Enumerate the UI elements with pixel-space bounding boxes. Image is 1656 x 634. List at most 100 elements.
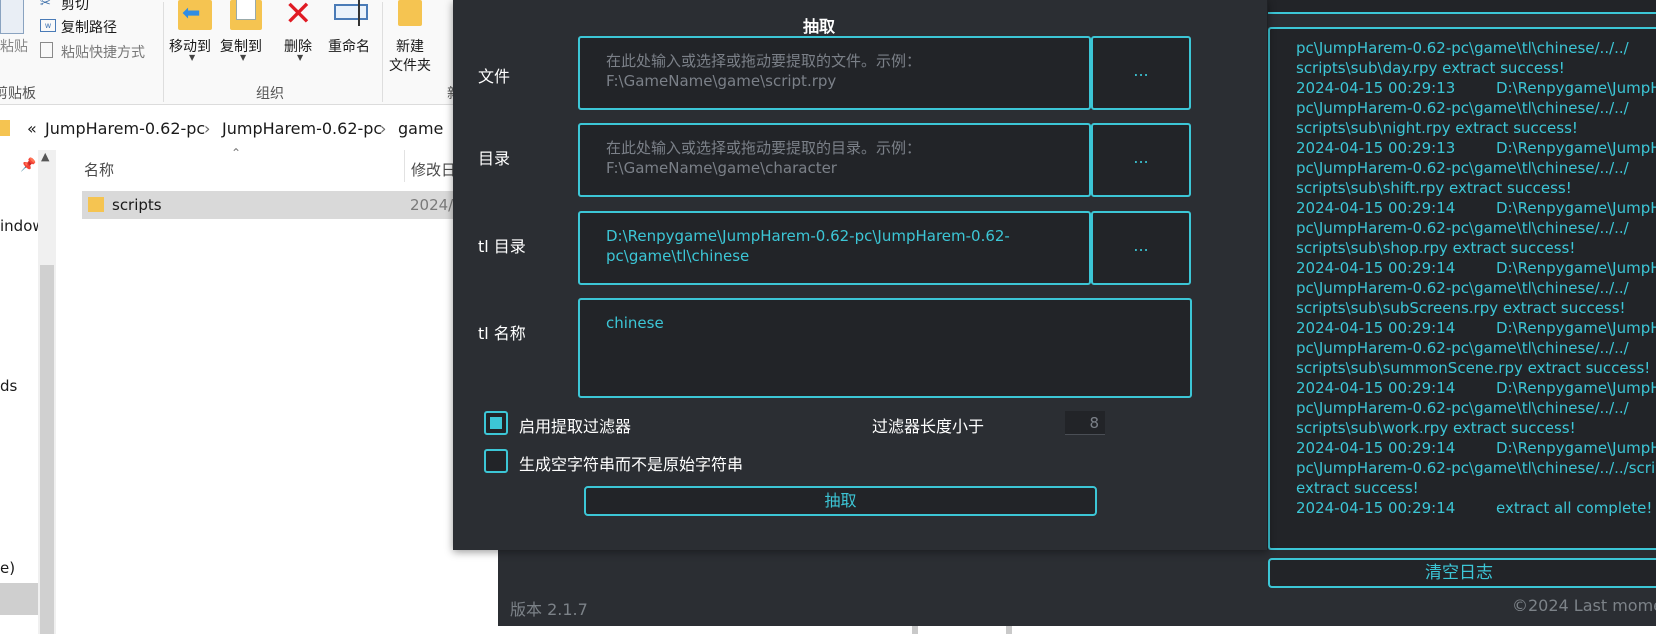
log-line: 2024-04-15 00:29:14 D:\Renpygame\JumpHare… bbox=[1296, 438, 1656, 458]
scroll-up-icon[interactable]: ▲ bbox=[41, 150, 49, 163]
rename-icon[interactable] bbox=[334, 0, 368, 26]
new-folder-icon[interactable] bbox=[398, 0, 422, 26]
nav-item[interactable]: e) bbox=[0, 559, 15, 577]
nav-pane-scroll-thumb[interactable] bbox=[40, 265, 54, 634]
column-header-modified[interactable]: 修改日 bbox=[411, 159, 456, 180]
dialog-title: 抽取 bbox=[803, 17, 836, 36]
log-line-text: 2024-04-15 00:29:14 bbox=[1296, 259, 1456, 277]
pin-icon: 📌 bbox=[20, 158, 37, 173]
log-line-text: pc\JumpHarem-0.62-pc\game\tl\chinese/../… bbox=[1296, 99, 1629, 117]
paste-shortcut-button[interactable]: 粘贴快捷方式 bbox=[61, 42, 145, 62]
dropdown-arrow-icon: ▼ bbox=[297, 53, 304, 62]
log-line-text: pc\JumpHarem-0.62-pc\game\tl\chinese/../… bbox=[1296, 279, 1629, 297]
file-row[interactable]: scripts 2024/ bbox=[82, 191, 482, 219]
address-bar[interactable]: « JumpHarem-0.62-pc › JumpHarem-0.62-pc … bbox=[0, 112, 470, 144]
log-line: scripts\sub\work.rpy extract success! bbox=[1296, 418, 1656, 438]
window-edge bbox=[1006, 626, 1012, 634]
breadcrumb-overflow[interactable]: « bbox=[27, 119, 37, 138]
log-line: pc\JumpHarem-0.62-pc\game\tl\chinese/../… bbox=[1296, 398, 1656, 418]
log-line-text: scripts\sub\summonScene.rpy extract succ… bbox=[1296, 359, 1651, 377]
log-line: 2024-04-15 00:29:14 D:\Renpygame\JumpHare… bbox=[1296, 378, 1656, 398]
paste-button[interactable]: 粘贴 bbox=[0, 36, 28, 56]
log-output[interactable]: pc\JumpHarem-0.62-pc\game\tl\chinese/../… bbox=[1268, 27, 1656, 550]
empty-string-label[interactable]: 生成空字符串而不是原始字符串 bbox=[519, 451, 743, 475]
log-line: scripts\sub\day.rpy extract success! bbox=[1296, 58, 1656, 78]
file-browse-button[interactable]: ... bbox=[1091, 36, 1191, 110]
log-line: 2024-04-15 00:29:14 D:\Renpygame\JumpHare… bbox=[1296, 258, 1656, 278]
log-line: 2024-04-15 00:29:14 D:\Renpygame\JumpHare… bbox=[1296, 198, 1656, 218]
log-line: pc\JumpHarem-0.62-pc\game\tl\chinese/../… bbox=[1296, 98, 1656, 118]
folder-icon bbox=[88, 197, 104, 212]
cut-icon[interactable]: ✂ bbox=[40, 0, 51, 11]
log-line: extract success! bbox=[1296, 478, 1656, 498]
breadcrumb-item[interactable]: JumpHarem-0.62-pc bbox=[45, 119, 205, 138]
copy-path-button[interactable]: 复制路径 bbox=[61, 17, 117, 37]
new-folder-button-line2[interactable]: 文件夹 bbox=[389, 55, 431, 75]
file-row-date: 2024/ bbox=[410, 196, 454, 214]
log-line-text: 2024-04-15 00:29:14 bbox=[1296, 379, 1456, 397]
new-folder-button[interactable]: 新建 bbox=[396, 36, 424, 56]
rename-button[interactable]: 重命名 bbox=[328, 36, 370, 56]
tl-name-label: tl 名称 bbox=[478, 324, 526, 343]
extract-button[interactable]: 抽取 bbox=[584, 486, 1097, 516]
log-line-text: pc\JumpHarem-0.62-pc\game\tl\chinese/../… bbox=[1296, 459, 1656, 477]
log-line: scripts\sub\shop.rpy extract success! bbox=[1296, 238, 1656, 258]
log-panel-top-strip bbox=[1268, 0, 1656, 14]
log-line-text: scripts\sub\day.rpy extract success! bbox=[1296, 59, 1565, 77]
log-line-text: pc\JumpHarem-0.62-pc\game\tl\chinese/../… bbox=[1296, 159, 1629, 177]
move-to-icon[interactable]: ⬅ bbox=[178, 0, 212, 30]
sort-asc-icon: ⌃ bbox=[231, 146, 242, 160]
column-header-name[interactable]: 名称 bbox=[84, 159, 114, 180]
cut-button[interactable]: 剪切 bbox=[61, 0, 89, 14]
chevron-right-icon: › bbox=[204, 119, 211, 138]
delete-icon[interactable]: ✕ bbox=[284, 0, 313, 34]
log-line-text: scripts\sub\shift.rpy extract success! bbox=[1296, 179, 1572, 197]
folder-icon bbox=[0, 120, 10, 136]
clear-log-button[interactable]: 清空日志 bbox=[1268, 558, 1656, 588]
copyright-label: ©2024 Last momen bbox=[1512, 596, 1656, 615]
file-input[interactable]: 在此处输入或选择或拖动要提取的文件。示例：F:\GameName\game\sc… bbox=[578, 36, 1091, 110]
dir-browse-button[interactable]: ... bbox=[1091, 123, 1191, 197]
log-line-path: D:\Renpygame\JumpHarem-0.62- bbox=[1496, 259, 1656, 277]
tl-dir-browse-button[interactable]: ... bbox=[1091, 211, 1191, 285]
log-line-text: 2024-04-15 00:29:14 bbox=[1296, 499, 1456, 517]
log-line-text: scripts\sub\night.rpy extract success! bbox=[1296, 119, 1578, 137]
column-divider[interactable] bbox=[404, 150, 405, 182]
paste-shortcut-icon[interactable] bbox=[40, 42, 53, 58]
log-line: pc\JumpHarem-0.62-pc\game\tl\chinese/../… bbox=[1296, 158, 1656, 178]
breadcrumb-item[interactable]: game bbox=[398, 119, 443, 138]
log-line: pc\JumpHarem-0.62-pc\game\tl\chinese/../… bbox=[1296, 338, 1656, 358]
file-label: 文件 bbox=[478, 67, 511, 86]
ribbon-divider bbox=[382, 2, 383, 102]
file-row-name: scripts bbox=[112, 196, 162, 214]
log-line-text: 2024-04-15 00:29:14 bbox=[1296, 319, 1456, 337]
log-line-path: D:\Renpygame\JumpHarem-0.62- bbox=[1496, 439, 1656, 457]
filter-length-spinbox[interactable]: 8 bbox=[1065, 411, 1105, 435]
log-line-text: pc\JumpHarem-0.62-pc\game\tl\chinese/../… bbox=[1296, 219, 1629, 237]
log-line: scripts\sub\shift.rpy extract success! bbox=[1296, 178, 1656, 198]
clipboard-group-label: 剪贴板 bbox=[0, 86, 36, 102]
nav-item[interactable]: ds bbox=[0, 377, 17, 395]
organize-group-label: 组织 bbox=[256, 86, 284, 102]
log-line: pc\JumpHarem-0.62-pc\game\tl\chinese/../… bbox=[1296, 458, 1656, 478]
tl-name-input[interactable]: chinese bbox=[578, 298, 1192, 398]
nav-item-selected[interactable] bbox=[0, 583, 38, 615]
log-line-path: D:\Renpygame\JumpHarem-0.62- bbox=[1496, 79, 1656, 97]
tl-dir-label: tl 目录 bbox=[478, 237, 526, 256]
dropdown-arrow-icon: ▼ bbox=[240, 53, 247, 62]
log-line-path: extract all complete! bbox=[1496, 499, 1653, 517]
log-line: 2024-04-15 00:29:13 D:\Renpygame\JumpHare… bbox=[1296, 78, 1656, 98]
copy-path-icon[interactable]: w bbox=[40, 19, 56, 32]
log-line: pc\JumpHarem-0.62-pc\game\tl\chinese/../… bbox=[1296, 218, 1656, 238]
filter-length-label: 过滤器长度小于 bbox=[872, 417, 985, 436]
tl-dir-input[interactable]: D:\Renpygame\JumpHarem-0.62-pc\JumpHarem… bbox=[578, 211, 1091, 285]
enable-filter-label[interactable]: 启用提取过滤器 bbox=[519, 413, 631, 437]
breadcrumb-item[interactable]: JumpHarem-0.62-pc bbox=[222, 119, 382, 138]
paste-icon[interactable] bbox=[0, 0, 24, 34]
empty-string-checkbox[interactable] bbox=[484, 449, 508, 473]
copy-to-icon[interactable] bbox=[230, 0, 262, 30]
log-line-path: D:\Renpygame\JumpHarem-0.62- bbox=[1496, 319, 1656, 337]
dir-input[interactable]: 在此处输入或选择或拖动要提取的目录。示例：F:\GameName\game\ch… bbox=[578, 123, 1091, 197]
enable-filter-checkbox[interactable] bbox=[484, 411, 508, 435]
log-line: pc\JumpHarem-0.62-pc\game\tl\chinese/../… bbox=[1296, 38, 1656, 58]
